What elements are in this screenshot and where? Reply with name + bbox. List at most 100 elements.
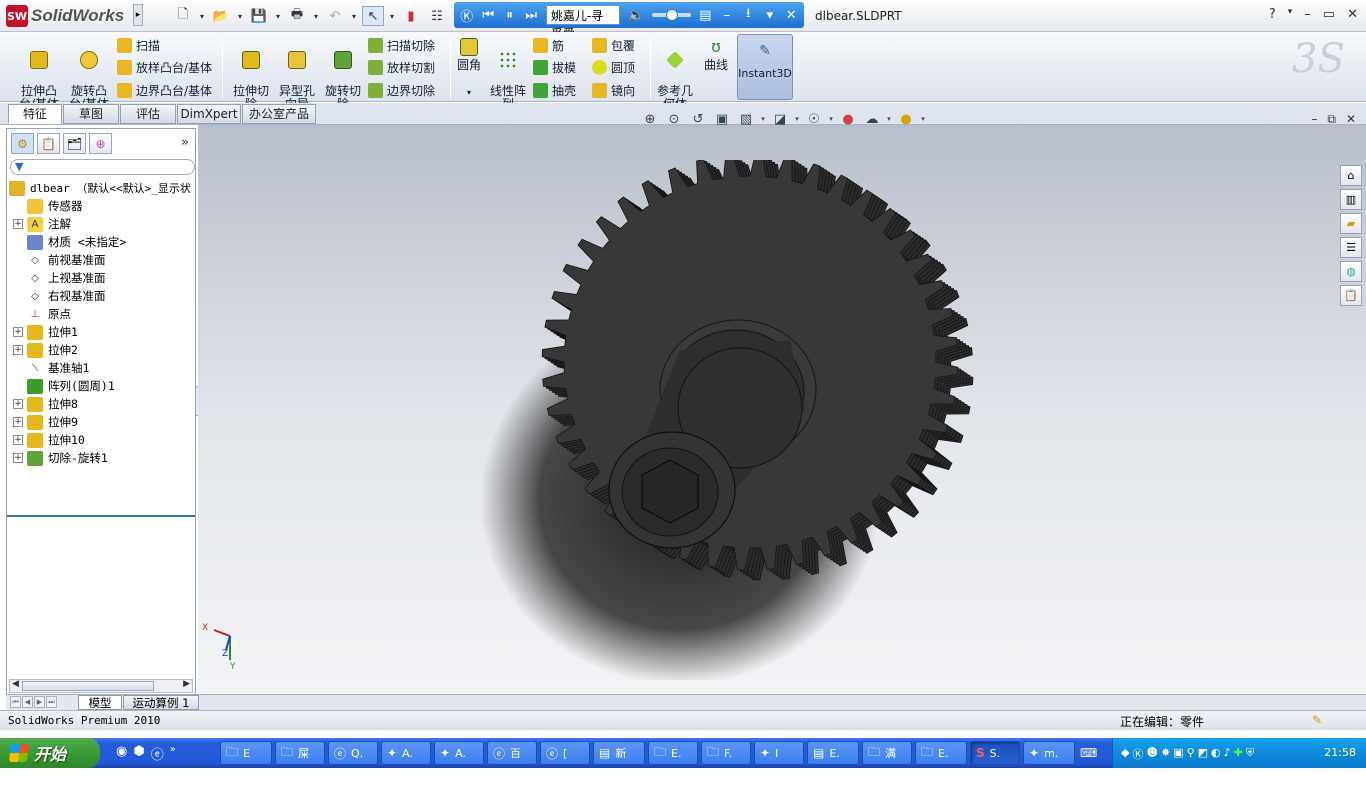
tray-app-icon[interactable]: ◆ [1121, 746, 1129, 762]
tray-security-icon[interactable]: ✚ [1234, 746, 1243, 762]
select-cursor-icon[interactable]: ↖ [362, 6, 384, 26]
rollback-bar[interactable] [7, 515, 195, 517]
open-dropdown-icon[interactable]: ▾ [236, 6, 244, 26]
previous-view-icon[interactable]: ↺ [688, 109, 708, 129]
boundary-boss-button[interactable]: 边界凸台/基体 [117, 80, 212, 100]
taskbar-task-button[interactable]: ⓔ Q. [328, 741, 378, 765]
view-settings-dropdown-icon[interactable]: ▾ [920, 109, 926, 129]
tree-item[interactable]: + 拉伸9 [7, 413, 195, 431]
quick-launch-more-icon[interactable]: » [170, 744, 176, 763]
clock[interactable]: 21:58 [1324, 746, 1356, 759]
player-logo-icon[interactable]: Ⓚ [460, 6, 473, 25]
view-orientation-dropdown-icon[interactable]: ▾ [760, 109, 766, 129]
tray-app-icon[interactable]: ◐ [1211, 746, 1221, 762]
tab-motion-study[interactable]: 运动算例 1 [123, 695, 199, 710]
solidworks-resources-icon[interactable]: ⌂ [1340, 165, 1362, 186]
taskbar-task-button[interactable]: S S. [970, 741, 1020, 765]
view-orientation-icon[interactable]: ▧ [736, 109, 756, 129]
new-document-icon[interactable]: 🗋 [172, 6, 194, 26]
rib-button[interactable]: 筋 [533, 35, 564, 55]
pause-icon[interactable]: ⏸ [503, 8, 516, 23]
tree-item[interactable]: 材质 <未指定> [7, 233, 195, 251]
property-manager-tab-icon[interactable]: 📋 [37, 133, 60, 154]
tab-dimxpert[interactable]: DimXpert [177, 104, 241, 124]
instant3d-button[interactable]: ✎ Instant3D [737, 34, 793, 100]
dome-button[interactable]: 圆顶 [592, 57, 635, 77]
expand-icon[interactable]: + [13, 417, 23, 427]
apply-scene-dropdown-icon[interactable]: ▾ [886, 109, 892, 129]
keyboard-icon[interactable]: ⌨ [1080, 746, 1097, 760]
last-tab-icon[interactable]: ⏭ [46, 696, 57, 708]
expand-player-icon[interactable]: ▾ [763, 8, 776, 23]
extrude-boss-button[interactable]: 拉伸凸 台/基体 [16, 38, 62, 111]
tree-item[interactable]: 阵列(圆周)1 [7, 377, 195, 395]
tree-root-part[interactable]: dlbear （默认<<默认>_显示状 [7, 179, 195, 197]
taskbar-task-button[interactable]: ✦ A. [434, 741, 484, 765]
minimize-player-icon[interactable]: – [720, 8, 733, 23]
display-style-dropdown-icon[interactable]: ▾ [794, 109, 800, 129]
taskbar-task-button[interactable]: ✦ A. [381, 741, 431, 765]
wrap-button[interactable]: 包覆 [592, 35, 635, 55]
volume-slider[interactable] [652, 9, 691, 21]
loft-boss-button[interactable]: 放样凸台/基体 [117, 57, 212, 77]
tree-item[interactable]: ⟍ 基准轴1 [7, 359, 195, 377]
rebuild-icon[interactable]: ▮ [400, 6, 422, 26]
doc-close-icon[interactable]: ✕ [1346, 112, 1356, 127]
tray-volume-icon[interactable]: ♪ [1224, 746, 1231, 762]
download-icon[interactable]: ⭳ [742, 4, 755, 26]
solidworks-logo[interactable]: SW SolidWorks [6, 5, 124, 27]
curves-button[interactable]: ʊ 曲线 [701, 38, 731, 72]
first-tab-icon[interactable]: ⏮ [10, 696, 21, 708]
tree-item[interactable]: ⊥ 原点 [7, 305, 195, 323]
view-settings-icon[interactable]: ● [896, 109, 916, 129]
tree-item[interactable]: + 拉伸1 [7, 323, 195, 341]
custom-properties-icon[interactable]: 📋 [1340, 285, 1362, 306]
previous-track-icon[interactable]: ⏮ [481, 8, 494, 23]
save-dropdown-icon[interactable]: ▾ [274, 6, 282, 26]
restore-icon[interactable]: ▭ [1323, 7, 1335, 22]
volume-icon[interactable]: 🔈 [628, 8, 644, 23]
select-dropdown-icon[interactable]: ▾ [388, 6, 396, 26]
expand-icon[interactable]: + [13, 453, 23, 463]
loft-cut-button[interactable]: 放样切割 [368, 57, 435, 77]
tray-app-icon[interactable]: ✸ [1161, 746, 1170, 762]
fillet-dropdown-icon[interactable]: ▾ [455, 86, 483, 99]
hole-wizard-button[interactable]: 异型孔 向导 [275, 38, 319, 111]
open-folder-icon[interactable]: 📂 [210, 6, 232, 26]
tree-item[interactable]: 传感器 [7, 197, 195, 215]
next-tab-icon[interactable]: ▶ [34, 696, 45, 708]
display-style-icon[interactable]: ◪ [770, 109, 790, 129]
tree-item[interactable]: ◇ 右视基准面 [7, 287, 195, 305]
apply-scene-icon[interactable]: ☁ [862, 109, 882, 129]
tree-item[interactable]: + 拉伸8 [7, 395, 195, 413]
ie-icon[interactable]: ⓔ [151, 744, 164, 763]
boundary-cut-button[interactable]: 边界切除 [368, 80, 435, 100]
expand-icon[interactable]: + [13, 219, 23, 229]
configuration-manager-tab-icon[interactable]: 🗂 [63, 133, 86, 154]
tree-item[interactable]: ◇ 前视基准面 [7, 251, 195, 269]
tab-sketch[interactable]: 草图 [63, 104, 119, 124]
scroll-right-icon[interactable]: ▶ [183, 679, 190, 689]
tray-network-icon[interactable]: ▣ [1173, 746, 1183, 762]
mirror-button[interactable]: 镜向 [592, 80, 635, 100]
tab-features[interactable]: 特征 [8, 104, 62, 124]
hide-show-dropdown-icon[interactable]: ▾ [828, 109, 834, 129]
hide-show-items-icon[interactable]: ☉ [804, 109, 824, 129]
print-icon[interactable]: 🖶 [286, 6, 308, 26]
quick-launch-app-icon[interactable]: ⬢ [133, 744, 144, 763]
taskbar-task-button[interactable]: ✦ I [754, 741, 804, 765]
sweep-cut-button[interactable]: 扫描切除 [368, 35, 435, 55]
taskbar-task-button[interactable]: 🗀 屎 [275, 741, 325, 765]
gear-model[interactable] [470, 160, 990, 680]
doc-minimize-icon[interactable]: – [1311, 112, 1317, 127]
file-explorer-icon[interactable]: ▰ [1340, 213, 1362, 234]
prev-tab-icon[interactable]: ◀ [22, 696, 33, 708]
menu-expand-icon[interactable]: ▸ [133, 4, 143, 26]
horizontal-scrollbar[interactable]: ◀ ▶ [9, 679, 193, 693]
start-button[interactable]: 开始 [0, 738, 100, 768]
taskbar-task-button[interactable]: 🗀 E. [648, 741, 698, 765]
sweep-button[interactable]: 扫描 [117, 35, 160, 55]
zoom-to-fit-icon[interactable]: ⊕ [640, 109, 660, 129]
tab-evaluate[interactable]: 评估 [120, 104, 176, 124]
taskbar-task-button[interactable]: ⓔ 百 [487, 741, 537, 765]
